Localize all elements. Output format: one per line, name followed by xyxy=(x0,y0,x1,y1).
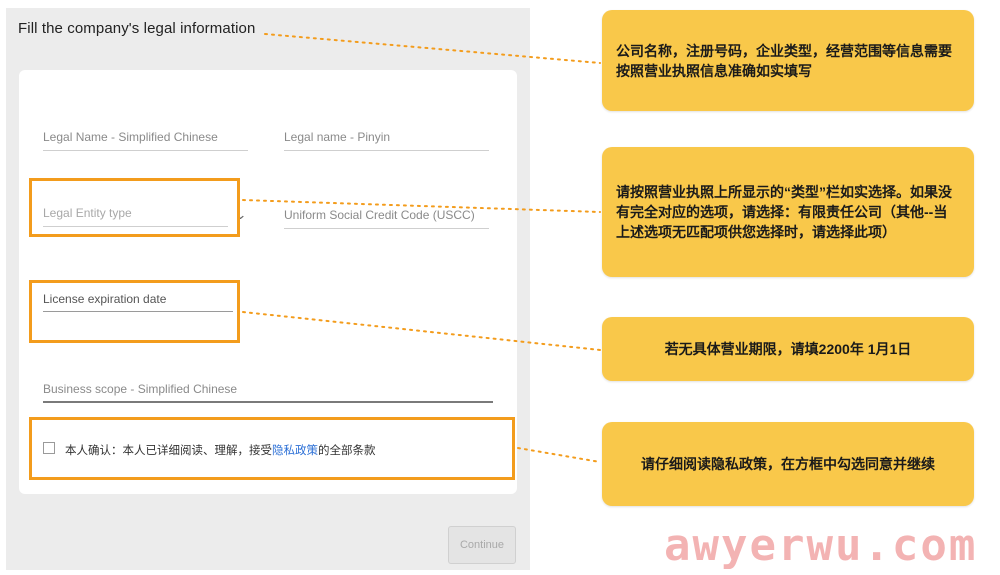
watermark: awyerwu.com xyxy=(664,520,978,571)
note-license-expiration: 若无具体营业期限，请填2200年 1月1日 xyxy=(602,317,974,381)
callout-line-3 xyxy=(242,311,601,351)
callout-line-1 xyxy=(264,33,601,64)
callout-line-2 xyxy=(242,199,601,213)
note-text: 若无具体营业期限，请填2200年 1月1日 xyxy=(664,341,912,357)
note-text: 请仔细阅读隐私政策，在方框中勾选同意并继续 xyxy=(641,456,935,472)
note-entity-type: 请按照营业执照上所显示的“类型”栏如实选择。如果没有完全对应的选项，请选择：有限… xyxy=(602,147,974,277)
note-legal-info: 公司名称，注册号码，企业类型，经营范围等信息需要按照营业执照信息准确如实填写 xyxy=(602,10,974,111)
callout-line-4 xyxy=(517,447,601,463)
note-text: 公司名称，注册号码，企业类型，经营范围等信息需要按照营业执照信息准确如实填写 xyxy=(616,42,952,79)
note-privacy: 请仔细阅读隐私政策，在方框中勾选同意并继续 xyxy=(602,422,974,506)
note-text: 请按照营业执照上所显示的“类型”栏如实选择。如果没有完全对应的选项，请选择：有限… xyxy=(616,184,952,240)
